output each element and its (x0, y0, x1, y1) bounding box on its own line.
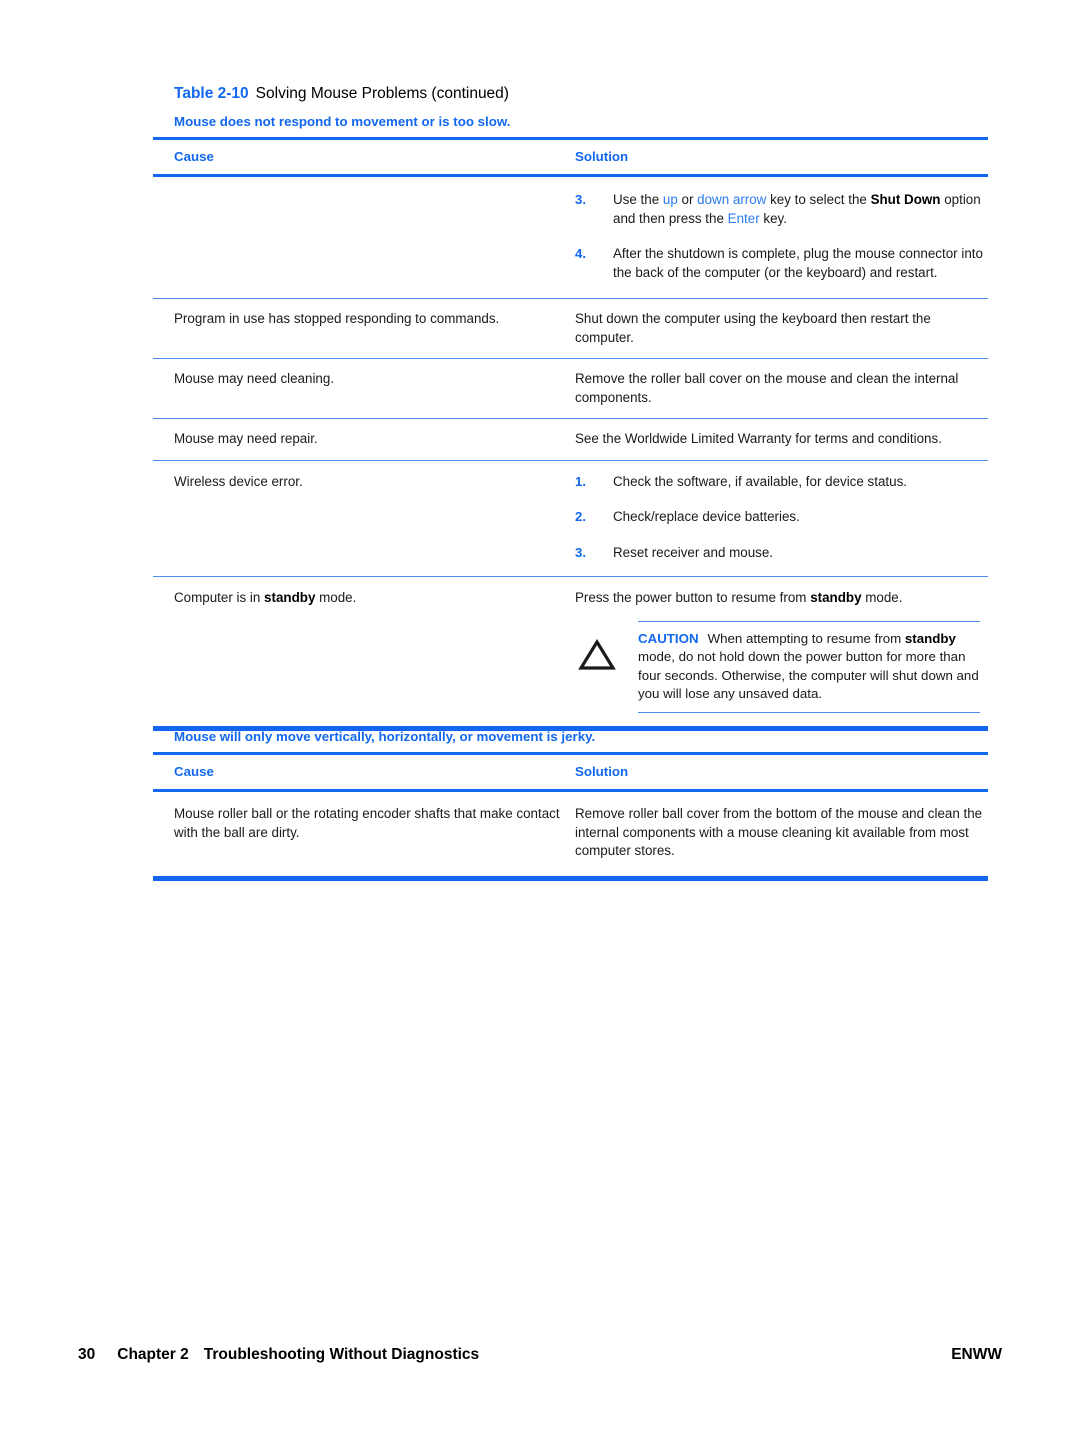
cell-solution: Shut down the computer using the keyboar… (575, 311, 931, 345)
cell-cause: Program in use has stopped responding to… (174, 311, 500, 326)
cell-solution: 3. Use the up or down arrow key to selec… (575, 191, 988, 282)
step-text-mid1: or (677, 192, 698, 207)
table1-title: Mouse does not respond to movement or is… (174, 114, 511, 129)
table-mouse-movement-problems: Mouse will only move vertically, horizon… (153, 728, 988, 881)
caution-text: CAUTION When attempting to resume from st… (638, 622, 980, 712)
caution-callout: CAUTION When attempting to resume from st… (575, 620, 988, 713)
step-text: Use the up or down arrow key to select t… (613, 191, 988, 228)
step-number: 3. (575, 192, 586, 207)
keyword-down-arrow: down arrow (697, 192, 767, 207)
table-row: Wireless device error. 1. Check the soft… (153, 461, 988, 577)
table2-header-row: Cause Solution (153, 755, 988, 789)
table2-title: Mouse will only move vertically, horizon… (174, 729, 596, 744)
keyword-up: up (662, 192, 678, 207)
step-number: 2. (575, 509, 586, 524)
step-number: 4. (575, 246, 586, 261)
keyword-enter: Enter (727, 210, 760, 226)
step-text: Check/replace device batteries. (613, 509, 800, 524)
cell-solution: Remove the roller ball cover on the mous… (575, 371, 959, 405)
caution-text-pre: When attempting to resume from (707, 630, 905, 646)
table-row: Mouse may need repair. See the Worldwide… (153, 419, 988, 460)
step-list: 1. Check the software, if available, for… (575, 473, 988, 563)
table2-bottom-rule (153, 875, 988, 881)
table2-header-solution: Solution (575, 764, 629, 779)
footer-left: 30 Chapter 2 Troubleshooting Without Dia… (78, 1346, 479, 1364)
footer-chapter: Chapter 2 (117, 1346, 189, 1363)
solution-text: Press the power button to resume from st… (575, 589, 988, 608)
list-item: 1. Check the software, if available, for… (575, 473, 988, 492)
table-row: Program in use has stopped responding to… (153, 299, 988, 358)
table1-header-row: Cause Solution (153, 140, 988, 174)
cell-solution: 1. Check the software, if available, for… (575, 473, 988, 563)
table1-header-solution: Solution (575, 149, 629, 164)
cell-solution: See the Worldwide Limited Warranty for t… (575, 431, 942, 446)
keyword-shut-down: Shut Down (870, 192, 941, 207)
caution-text-post: mode, do not hold down the power button … (638, 649, 979, 701)
table-row: 3. Use the up or down arrow key to selec… (153, 177, 988, 298)
table-row: Computer is in standby mode. Press the p… (153, 577, 988, 726)
cell-cause: Mouse may need repair. (174, 431, 318, 446)
page-number: 30 (78, 1346, 96, 1363)
caution-body: CAUTION When attempting to resume from st… (638, 620, 980, 713)
step-text-pre: Use the (613, 192, 663, 207)
cause-text-post: mode. (315, 590, 357, 605)
solution-text-post: mode. (861, 590, 903, 605)
cell-cause: Computer is in standby mode. (153, 589, 575, 713)
step-text-post: key. (759, 210, 787, 226)
step-number: 3. (575, 544, 586, 560)
cell-cause: Mouse roller ball or the rotating encode… (174, 806, 560, 840)
keyword-standby: standby (264, 590, 316, 605)
table-row: Mouse roller ball or the rotating encode… (153, 792, 988, 876)
table-row: Mouse may need cleaning. Remove the roll… (153, 359, 988, 418)
page-footer: 30 Chapter 2 Troubleshooting Without Dia… (78, 1346, 1002, 1364)
step-text: After the shutdown is complete, plug the… (613, 246, 983, 280)
caution-rule-bottom (638, 711, 980, 713)
list-item: 3. Reset receiver and mouse. (575, 544, 988, 563)
keyword-standby: standby (810, 590, 862, 605)
step-text: Reset receiver and mouse. (613, 544, 774, 560)
table-caption: Table 2-10 Solving Mouse Problems (contin… (174, 84, 509, 104)
footer-right-label: ENWW (951, 1346, 1002, 1363)
step-text-mid2: key to select the (766, 192, 871, 207)
warning-triangle-icon (578, 621, 638, 713)
table-caption-title: Solving Mouse Problems (continued) (255, 85, 509, 102)
table-solving-mouse-problems: Mouse does not respond to movement or is… (153, 113, 988, 731)
footer-chapter-title: Troubleshooting Without Diagnostics (203, 1346, 480, 1363)
cell-cause: Mouse may need cleaning. (174, 371, 335, 386)
keyword-standby: standby (904, 630, 956, 646)
cell-solution: Remove roller ball cover from the bottom… (575, 806, 983, 858)
cell-cause: Wireless device error. (174, 473, 303, 489)
step-text: Check the software, if available, for de… (613, 473, 907, 489)
cell-cause (153, 191, 575, 282)
table1-header-cause: Cause (174, 149, 214, 164)
step-list: 3. Use the up or down arrow key to selec… (575, 191, 988, 282)
step-number: 1. (575, 473, 586, 489)
cause-text-pre: Computer is in (174, 590, 265, 605)
solution-text-pre: Press the power button to resume from (575, 590, 811, 605)
list-item: 4. After the shutdown is complete, plug … (575, 245, 988, 282)
cell-solution: Press the power button to resume from st… (575, 589, 988, 713)
table2-header-cause: Cause (174, 764, 214, 779)
list-item: 3. Use the up or down arrow key to selec… (575, 191, 988, 228)
caution-label: CAUTION (638, 630, 699, 646)
document-page: Table 2-10 Solving Mouse Problems (contin… (0, 0, 1080, 1437)
table-caption-number: Table 2-10 (174, 85, 249, 102)
list-item: 2. Check/replace device batteries. (575, 508, 988, 527)
